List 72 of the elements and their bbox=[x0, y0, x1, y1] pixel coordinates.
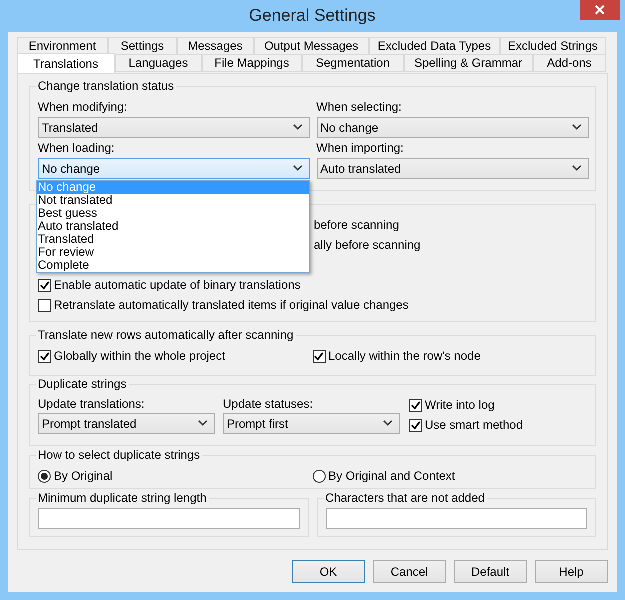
tab[interactable]: Translations bbox=[17, 53, 115, 73]
dialog-button[interactable]: Cancel bbox=[373, 560, 446, 583]
dialog-button[interactable]: Default bbox=[454, 560, 527, 583]
dialog-button[interactable]: OK bbox=[292, 560, 365, 583]
checkmark-icon bbox=[314, 352, 324, 360]
chevron-down-icon bbox=[293, 165, 303, 172]
dropdown-option[interactable]: Auto translated bbox=[37, 220, 309, 233]
checkbox-label: Enable automatic update of binary translations bbox=[54, 277, 301, 294]
dropdown-field[interactable]: Auto translated bbox=[316, 158, 588, 179]
option-label: before scanning bbox=[314, 217, 400, 234]
tab[interactable]: Excluded Data Types bbox=[369, 37, 500, 55]
group-title: Change translation status bbox=[36, 79, 176, 94]
field-label: When loading: bbox=[38, 140, 116, 157]
window-title: General Settings bbox=[249, 5, 376, 28]
tab[interactable]: Messages bbox=[177, 37, 254, 55]
checkbox[interactable] bbox=[409, 418, 422, 432]
checkbox[interactable] bbox=[409, 398, 422, 412]
dropdown-field[interactable]: No change bbox=[38, 158, 310, 179]
group-title: Translate new rows automatically after scanning bbox=[36, 328, 296, 343]
tab[interactable]: Settings bbox=[108, 37, 177, 55]
dropdown-option[interactable]: Not translated bbox=[37, 194, 309, 207]
dropdown-field[interactable]: Prompt first bbox=[223, 413, 400, 434]
group-title: Duplicate strings bbox=[36, 377, 129, 392]
tab[interactable]: Output Messages bbox=[254, 37, 369, 55]
dropdown-option[interactable]: For review bbox=[37, 246, 309, 259]
checkmark-icon bbox=[410, 420, 420, 430]
option-label: ally before scanning bbox=[314, 237, 422, 254]
radio-button[interactable] bbox=[38, 470, 51, 482]
dialog-button[interactable]: Help bbox=[535, 560, 608, 583]
checkbox[interactable] bbox=[38, 350, 51, 362]
tab[interactable]: File Mappings bbox=[202, 54, 302, 72]
radio-label: By Original bbox=[54, 468, 113, 485]
radio-button[interactable] bbox=[312, 470, 326, 482]
tab[interactable]: Segmentation bbox=[302, 54, 404, 72]
dropdown-option[interactable]: Translated bbox=[37, 233, 309, 246]
chevron-down-icon bbox=[383, 420, 393, 427]
checkmark-icon bbox=[40, 352, 50, 360]
checkmark-icon bbox=[410, 400, 420, 410]
group-title: How to select duplicate strings bbox=[36, 448, 202, 463]
field-label: When selecting: bbox=[316, 99, 403, 116]
checkbox-label: Write into log bbox=[425, 397, 495, 414]
dropdown-option[interactable]: Complete bbox=[37, 259, 309, 272]
checkbox-label: Globally within the whole project bbox=[54, 348, 226, 365]
radio-label: By Original and Context bbox=[328, 468, 456, 485]
tab[interactable]: Spelling & Grammar bbox=[404, 54, 533, 72]
checkbox-label: Retranslate automatically translated items if original value changes bbox=[54, 297, 409, 314]
checkbox-label: Use smart method bbox=[425, 417, 524, 434]
checkbox[interactable] bbox=[312, 350, 326, 362]
chevron-down-icon bbox=[293, 124, 303, 131]
dropdown-field[interactable]: No change bbox=[316, 117, 588, 138]
tab[interactable]: Languages bbox=[115, 54, 202, 72]
checkbox[interactable] bbox=[38, 278, 51, 292]
checkbox-label: Locally within the row's node bbox=[328, 348, 481, 365]
field-label: When modifying: bbox=[38, 99, 128, 116]
dropdown-field[interactable]: Translated bbox=[38, 117, 310, 138]
text-field[interactable] bbox=[326, 508, 587, 529]
dropdown-field[interactable]: Prompt translated bbox=[38, 413, 215, 434]
close-button[interactable] bbox=[580, 0, 620, 20]
chevron-down-icon bbox=[572, 165, 582, 172]
close-icon bbox=[595, 5, 605, 15]
group-title: Minimum duplicate string length bbox=[36, 491, 209, 506]
field-label: Update translations: bbox=[38, 396, 146, 413]
field-label: Update statuses: bbox=[223, 396, 314, 413]
text-field[interactable] bbox=[38, 508, 300, 529]
dropdown-option[interactable]: Best guess bbox=[37, 207, 309, 220]
checkbox[interactable] bbox=[38, 298, 51, 312]
chevron-down-icon bbox=[572, 124, 582, 131]
field-label: When importing: bbox=[316, 140, 405, 157]
checkmark-icon bbox=[40, 280, 50, 290]
tab[interactable]: Add-ons bbox=[533, 54, 606, 72]
tab[interactable]: Excluded Strings bbox=[500, 37, 606, 55]
chevron-down-icon bbox=[198, 420, 208, 427]
